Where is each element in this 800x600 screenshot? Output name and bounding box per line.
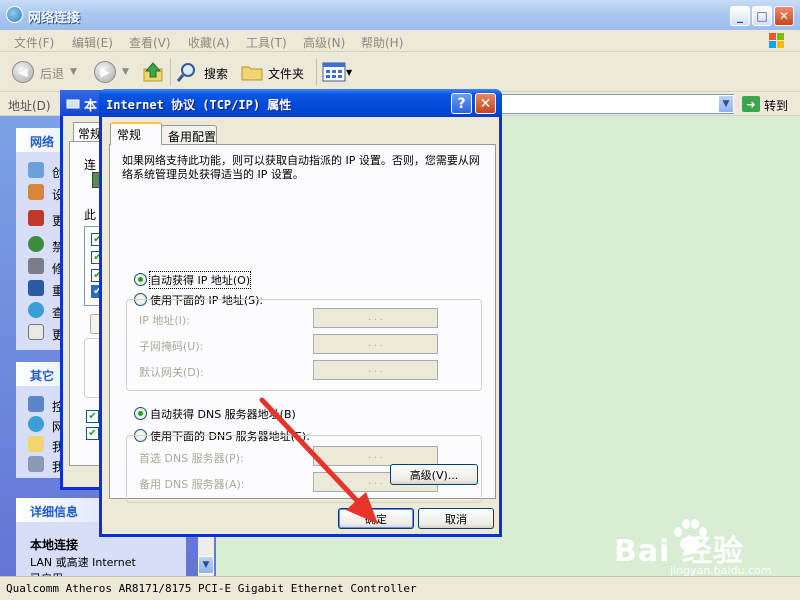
default-gateway-field[interactable]: . . . [313, 360, 438, 380]
forward-arrow-icon[interactable]: ▶ [94, 61, 116, 83]
menu-tools[interactable]: 工具(T) [246, 34, 287, 51]
status-bar: Qualcomm Atheros AR8171/8175 PCI-E Gigab… [0, 576, 800, 600]
ok-button[interactable]: 确定 [338, 508, 414, 529]
back-arrow-icon[interactable]: ◀ [12, 61, 34, 83]
ip-address-label: IP 地址(I): [139, 314, 190, 327]
ip-settings-group: IP 地址(I): . . . 子网掩码(U): . . . 默认网关(D): … [126, 299, 482, 391]
show-icon-checkbox[interactable]: ✔ [86, 410, 99, 423]
menu-file[interactable]: 文件(F) [14, 34, 54, 51]
folders-button-label[interactable]: 文件夹 [268, 65, 304, 82]
dialog-title-bar: Internet 协议 (TCP/IP) 属性 ? ✕ [99, 89, 502, 117]
create-connection-icon [28, 162, 44, 178]
network-places-icon [28, 416, 44, 432]
main-title-bar: 网络连接 _ □ ✕ [0, 0, 800, 30]
dialog-title: Internet 协议 (TCP/IP) 属性 [106, 98, 292, 112]
main-window-title: 网络连接 [28, 11, 81, 26]
scroll-down-icon[interactable]: ▼ [198, 556, 214, 574]
my-computer-icon [28, 456, 44, 472]
main-close-button[interactable]: ✕ [774, 6, 794, 26]
forward-dropdown-icon[interactable]: ▼ [122, 67, 129, 77]
address-dropdown-icon[interactable]: ▼ [718, 95, 734, 113]
up-folder-icon[interactable] [142, 61, 164, 83]
toolbar-separator [316, 58, 317, 86]
advanced-button[interactable]: 高级(V)... [390, 464, 478, 485]
notify-checkbox[interactable]: ✔ [86, 427, 99, 440]
status-icon [28, 302, 44, 318]
preferred-dns-field[interactable]: . . . [313, 446, 438, 466]
go-icon[interactable]: ➜ [742, 96, 760, 112]
ip-auto-label[interactable]: 自动获得 IP 地址(O) [148, 271, 252, 289]
preferred-dns-label: 首选 DNS 服务器(P): [139, 452, 244, 465]
components-label: 此 [84, 208, 97, 222]
windows-logo-icon [769, 33, 784, 48]
my-documents-icon [28, 436, 44, 452]
cancel-button[interactable]: 取消 [418, 508, 494, 529]
menu-view[interactable]: 查看(V) [129, 34, 171, 51]
control-panel-icon [28, 396, 44, 412]
maximize-button[interactable]: □ [752, 6, 772, 26]
home-network-icon [28, 184, 44, 200]
settings-icon [28, 324, 44, 340]
views-dropdown-icon[interactable]: ▼ [346, 68, 352, 77]
firewall-icon [28, 210, 44, 226]
subnet-mask-label: 子网掩码(U): [139, 340, 204, 353]
search-button-label[interactable]: 搜索 [204, 65, 228, 82]
menu-bar: 文件(F) 编辑(E) 查看(V) 收藏(A) 工具(T) 高级(N) 帮助(H… [0, 30, 800, 52]
alternate-dns-label: 备用 DNS 服务器(A): [139, 478, 245, 491]
tab-general[interactable]: 常规 [110, 122, 162, 145]
menu-edit[interactable]: 编辑(E) [72, 34, 113, 51]
menu-help[interactable]: 帮助(H) [361, 34, 403, 51]
details-connection-type: LAN 或高速 Internet [30, 556, 136, 569]
details-connection-name: 本地连接 [30, 538, 79, 552]
menu-advanced[interactable]: 高级(N) [303, 34, 345, 51]
toolbar-separator [170, 58, 171, 86]
disable-device-icon [28, 236, 44, 252]
network-connections-icon [66, 99, 80, 109]
back-button-label[interactable]: 后退 [40, 65, 64, 82]
toolbar: ◀ 后退 ▼ ▶ ▼ 搜索 文件夹 ▼ [0, 52, 800, 92]
minimize-button[interactable]: _ [730, 6, 750, 26]
general-tab-panel: 如果网络支持此功能，则可以获取自动指派的 IP 设置。否则，您需要从网络系统管理… [109, 144, 496, 503]
folders-icon[interactable] [240, 61, 264, 83]
intro-text: 如果网络支持此功能，则可以获取自动指派的 IP 设置。否则，您需要从网络系统管理… [122, 154, 480, 181]
default-gateway-label: 默认网关(D): [139, 366, 204, 379]
address-label: 地址(D) [8, 99, 51, 113]
back-dropdown-icon[interactable]: ▼ [70, 67, 77, 77]
tab-alternate-config[interactable]: 备用配置 [161, 125, 217, 145]
network-connections-icon [6, 6, 23, 23]
menu-favorites[interactable]: 收藏(A) [188, 34, 230, 51]
help-icon[interactable]: ? [451, 93, 472, 114]
connect-using-label: 连 [84, 158, 97, 172]
back-dialog-title: 本 [84, 99, 98, 114]
dns-auto-label[interactable]: 自动获得 DNS 服务器地址(B) [150, 406, 296, 422]
views-icon[interactable] [322, 62, 346, 82]
subnet-mask-field[interactable]: . . . [313, 334, 438, 354]
repair-icon [28, 258, 44, 274]
tcpip-properties-dialog: Internet 协议 (TCP/IP) 属性 ? ✕ 常规 备用配置 如果网络… [99, 89, 502, 537]
search-icon[interactable] [176, 61, 198, 83]
status-text: Qualcomm Atheros AR8171/8175 PCI-E Gigab… [6, 582, 417, 595]
dns-auto-radio[interactable] [134, 407, 147, 420]
close-icon[interactable]: ✕ [475, 93, 496, 114]
go-button-label[interactable]: 转到 [764, 97, 788, 114]
ip-address-field[interactable]: . . . [313, 308, 438, 328]
ip-auto-radio[interactable] [134, 273, 147, 286]
rename-icon [28, 280, 44, 296]
